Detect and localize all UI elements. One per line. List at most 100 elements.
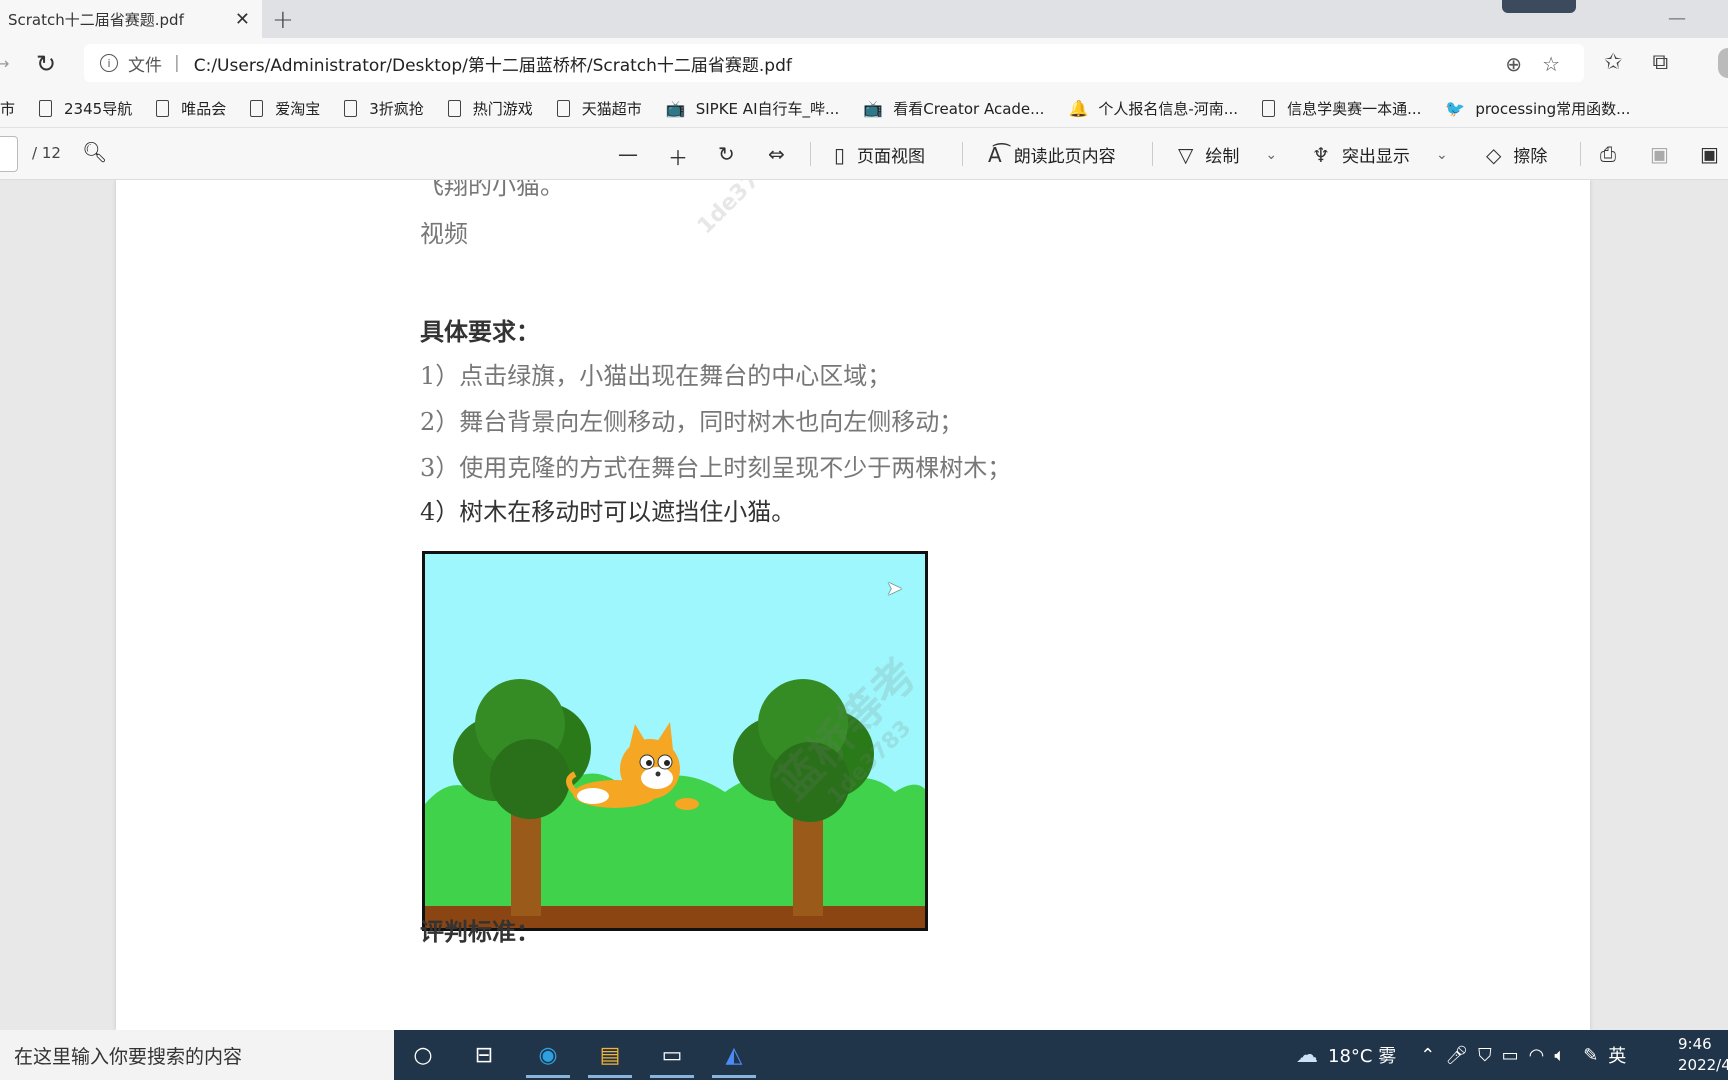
requirement-item: 3）使用克隆的方式在舞台上时刻呈现不少于两棵树木； — [420, 454, 1012, 482]
ime-indicator[interactable]: 英 — [1608, 1042, 1626, 1068]
url-text[interactable]: C:/Users/Administrator/Desktop/第十二届蓝桥杯/S… — [194, 51, 792, 76]
tab-title: Scratch十二届省赛题.pdf — [8, 10, 184, 29]
bookmark-item[interactable]: 📺 看看Creator Acade... — [863, 98, 1044, 119]
highlight-icon: ♆ — [1312, 142, 1330, 167]
add-favorite-icon[interactable]: ☆ — [1542, 52, 1560, 76]
draw-button[interactable]: ▽ 绘制 ⌄ — [1178, 142, 1277, 168]
favorites-icon[interactable]: ✩ — [1604, 50, 1622, 75]
draw-icon: ▽ — [1178, 142, 1194, 167]
bookmark-item[interactable]: 🔔 个人报名信息-河南... — [1068, 98, 1238, 119]
bilibili-icon: 📺 — [863, 99, 884, 118]
rotate-icon: ↻ — [718, 142, 735, 166]
page-icon — [344, 100, 358, 117]
zoom-out-button[interactable]: — — [618, 142, 650, 166]
chevron-up-icon[interactable]: ⌃ — [1420, 1045, 1435, 1066]
edge-icon[interactable]: ◉ — [526, 1040, 570, 1078]
bookmark-item[interactable]: 3折疯抢 — [344, 98, 424, 119]
print-button[interactable]: ⎙ — [1600, 142, 1628, 166]
address-separator: | — [174, 53, 180, 73]
page-view-icon: ▯ — [834, 142, 846, 167]
save-button[interactable]: ▣ — [1650, 142, 1681, 166]
bookmark-item[interactable]: 市 — [0, 98, 15, 119]
requirements-heading: 具体要求： — [420, 318, 540, 346]
document-viewport[interactable]: 飞翔的小猫。 视频 具体要求： 1）点击绿旗，小猫出现在舞台的中心区域； 2）舞… — [0, 180, 1728, 1030]
page-icon — [447, 100, 461, 117]
tab-strip: Scratch十二届省赛题.pdf ✕ + — — [0, 0, 1728, 38]
collections-icon[interactable]: ⧉ — [1652, 50, 1668, 75]
pdf-page: 飞翔的小猫。 视频 具体要求： 1）点击绿旗，小猫出现在舞台的中心区域； 2）舞… — [116, 180, 1590, 1030]
security-icon[interactable]: ⛉ — [1478, 1045, 1492, 1066]
page-icon — [250, 100, 264, 117]
zoom-in-button[interactable]: ＋ — [668, 142, 700, 171]
requirement-item: 4）树木在移动时可以遮挡住小猫。 — [420, 498, 796, 526]
requirement-item: 1）点击绿旗，小猫出现在舞台的中心区域； — [420, 362, 892, 390]
cortana-icon[interactable]: ○ — [407, 1040, 439, 1070]
notes-app-icon[interactable]: ▤ — [588, 1040, 632, 1078]
system-tray: ☁ 18°C 雾 ⌃ 🎤︎ ⛉ ▭ ◠ 🔈︎ ✎ 英 — [1296, 1030, 1626, 1080]
page-icon — [156, 100, 170, 117]
requirement-item: 2）舞台背景向左侧移动，同时树木也向左侧移动； — [420, 408, 964, 436]
task-view-icon[interactable]: ⊟ — [468, 1040, 500, 1070]
info-icon[interactable]: i — [100, 54, 118, 72]
bookmark-item[interactable]: 2345导航 — [39, 98, 132, 119]
windows-taskbar: 在这里输入你要搜索的内容 ○ ⊟ ◉ ▤ ▭ ◭ ☁ 18°C 雾 ⌃ 🎤︎ ⛉… — [0, 1030, 1728, 1080]
clock[interactable]: 9:46 2022/4 — [1678, 1034, 1728, 1076]
page-view-button[interactable]: ▯ 页面视图 — [834, 142, 925, 168]
navigation-bar: → ↻ i 文件 | C:/Users/Administrator/Deskto… — [0, 38, 1728, 90]
back-icon[interactable]: → — [0, 54, 9, 73]
fit-width-icon: ⇔ — [768, 142, 785, 166]
fit-width-button[interactable]: ⇔ — [768, 142, 797, 166]
page-number-input[interactable] — [0, 136, 18, 172]
address-bar[interactable]: i 文件 | C:/Users/Administrator/Desktop/第十… — [84, 44, 1584, 82]
bookmark-item[interactable]: 热门游戏 — [447, 98, 533, 119]
video-label: 视频 — [420, 220, 468, 248]
read-aloud-icon: A͡ — [988, 142, 1002, 167]
bookmark-item[interactable]: 📺 SIPKE AI自行车_哔... — [666, 98, 839, 119]
pen-icon[interactable]: ✎ — [1583, 1045, 1598, 1066]
reload-icon[interactable]: ↻ — [36, 50, 56, 78]
print-icon: ⎙ — [1600, 142, 1616, 166]
bookmark-item[interactable]: 🐦 processing常用函数... — [1445, 98, 1630, 119]
chevron-down-icon[interactable]: ⌄ — [1436, 147, 1448, 163]
close-tab-icon[interactable]: ✕ — [235, 9, 250, 30]
minimize-icon[interactable]: — — [1668, 8, 1686, 29]
plus-icon: ＋ — [668, 146, 688, 170]
save-as-button[interactable]: ▣ — [1700, 142, 1728, 166]
window-handle — [1502, 0, 1576, 13]
new-tab-button[interactable]: + — [272, 5, 294, 35]
page-icon — [556, 100, 570, 117]
erase-button[interactable]: ◇ 擦除 — [1486, 142, 1547, 168]
eraser-icon: ◇ — [1486, 142, 1502, 167]
pdf-toolbar: / 12 🔍︎ — ＋ ↻ ⇔ ▯ 页面视图 A͡ 朗读此页内容 ▽ 绘制 ⌄ ♆ 突出显… — [0, 128, 1728, 180]
bookmark-item[interactable]: 天猫超市 — [556, 98, 642, 119]
microphone-icon[interactable]: 🎤︎ — [1445, 1045, 1468, 1066]
highlight-button[interactable]: ♆ 突出显示 ⌄ — [1312, 142, 1448, 168]
page-count: / 12 — [32, 144, 61, 162]
bookmark-item[interactable]: 爱淘宝 — [250, 98, 320, 119]
weather-text[interactable]: 18°C 雾 — [1328, 1042, 1396, 1068]
search-icon[interactable]: 🔍︎ — [82, 140, 107, 164]
bookmarks-bar: 市 2345导航 唯品会 爱淘宝 3折疯抢 热门游戏 天猫超市 📺 SIPKE A… — [0, 90, 1728, 128]
zoom-icon[interactable]: ⊕ — [1505, 52, 1522, 76]
volume-icon[interactable]: 🔈︎ — [1554, 1045, 1565, 1066]
rotate-button[interactable]: ↻ — [718, 142, 747, 166]
profile-avatar[interactable] — [1718, 48, 1728, 78]
bird-icon: 🐦 — [1445, 99, 1466, 118]
taskbar-search-input[interactable]: 在这里输入你要搜索的内容 — [0, 1030, 394, 1080]
watermark-id: 1de3783 — [692, 180, 787, 240]
save-icon: ▣ — [1650, 142, 1669, 166]
bell-icon: 🔔 — [1068, 99, 1089, 118]
chevron-down-icon[interactable]: ⌄ — [1265, 147, 1277, 163]
criteria-heading: 评判标准： — [420, 918, 540, 946]
save-as-icon: ▣ — [1700, 142, 1719, 166]
battery-icon[interactable]: ▭ — [1502, 1045, 1519, 1066]
bookmark-item[interactable]: 信息学奥赛一本通... — [1262, 98, 1421, 119]
read-aloud-button[interactable]: A͡ 朗读此页内容 — [988, 142, 1116, 168]
wifi-icon[interactable]: ◠ — [1529, 1045, 1545, 1066]
page-icon — [1262, 100, 1276, 117]
tab-active[interactable]: Scratch十二届省赛题.pdf ✕ — [0, 0, 262, 38]
partial-text-line: 飞翔的小猫。 — [420, 180, 564, 200]
bookmark-item[interactable]: 唯品会 — [156, 98, 226, 119]
whiteboard-app-icon[interactable]: ◭ — [712, 1040, 756, 1078]
video-app-icon[interactable]: ▭ — [650, 1040, 694, 1078]
